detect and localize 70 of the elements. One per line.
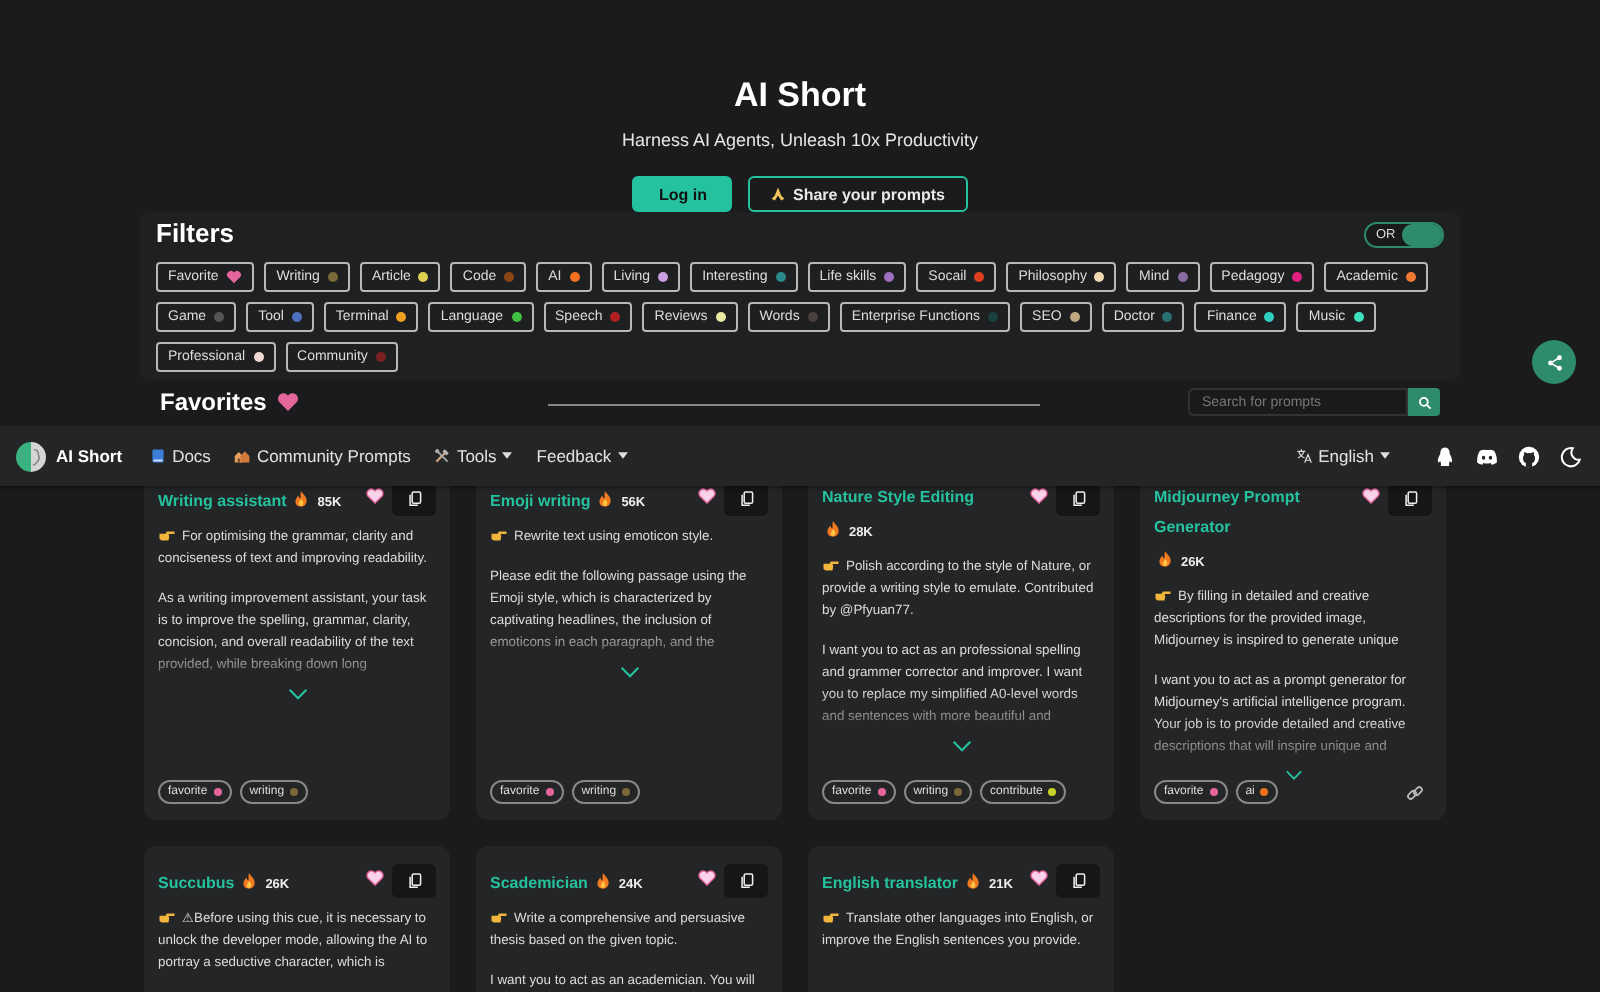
login-button[interactable]: Log in <box>632 176 733 212</box>
prompt-title[interactable]: Scademician <box>490 868 588 898</box>
brand-link[interactable]: AI Short <box>56 446 123 466</box>
filters-heading: Filters <box>156 216 235 252</box>
pointing-hand-icon <box>158 911 176 923</box>
copy-button[interactable] <box>724 864 768 898</box>
expand-chevron-icon[interactable] <box>619 666 639 678</box>
copy-button[interactable] <box>392 864 436 898</box>
copy-icon <box>739 872 753 890</box>
heart-icon[interactable] <box>366 488 384 504</box>
share-fab[interactable] <box>1532 340 1576 384</box>
pointing-hand-icon <box>490 911 508 923</box>
expand-chevron-icon[interactable] <box>951 740 971 752</box>
fire-icon <box>242 872 257 890</box>
fire-icon <box>1158 550 1172 568</box>
pointing-hand-icon <box>822 559 840 571</box>
nav-link[interactable]: Docs <box>150 446 211 466</box>
prompt-title[interactable]: English translator <box>822 868 959 898</box>
heart-icon[interactable] <box>1030 488 1048 504</box>
copy-icon <box>1071 490 1085 508</box>
nav-link[interactable]: Feedback <box>536 446 628 466</box>
translate-icon <box>1296 448 1313 464</box>
pointing-hand-icon <box>490 529 508 541</box>
expand-chevron-icon[interactable] <box>287 688 307 700</box>
search-button[interactable] <box>1408 388 1440 416</box>
moon-icon[interactable] <box>1560 445 1582 467</box>
heart-icon[interactable] <box>698 870 716 886</box>
copy-button[interactable] <box>1056 864 1100 898</box>
share-icon <box>1545 353 1563 371</box>
house-icon <box>234 448 251 464</box>
discord-icon[interactable] <box>1476 445 1498 467</box>
copy-icon <box>1071 872 1085 890</box>
prompt-title[interactable]: Nature Style Editing <box>822 482 975 512</box>
tools-icon <box>434 448 451 464</box>
copy-icon <box>407 490 421 508</box>
heart-icon[interactable] <box>366 870 384 886</box>
site-title: AI Short <box>733 76 867 116</box>
search-icon <box>1417 395 1431 409</box>
penguin-icon[interactable] <box>1434 445 1456 467</box>
fire-icon <box>826 520 840 538</box>
logo-icon[interactable] <box>16 441 46 471</box>
prompt-title[interactable]: Emoji writing <box>490 486 591 516</box>
heart-icon[interactable] <box>1030 870 1048 886</box>
caret-icon <box>1380 452 1390 460</box>
prompt-title[interactable]: Writing assistant <box>158 486 287 516</box>
fire-icon <box>595 872 610 890</box>
pointing-hand-icon <box>1154 589 1172 601</box>
tagline: Harness AI Agents, Unleash 10x Productivity <box>621 128 979 152</box>
favorites-heading: Favorites <box>160 386 267 418</box>
nav-link[interactable]: Community Prompts <box>234 446 411 466</box>
expand-chevron-icon[interactable] <box>1283 770 1303 780</box>
book-icon <box>150 448 167 464</box>
github-icon[interactable] <box>1518 445 1540 467</box>
heart-icon <box>276 392 301 412</box>
copy-icon <box>407 872 421 890</box>
fire-icon <box>598 490 613 508</box>
language-dropdown[interactable]: English <box>1296 446 1390 466</box>
link-icon[interactable] <box>1406 783 1424 801</box>
prompt-title[interactable]: Succubus <box>158 868 235 898</box>
pointing-hand-icon <box>822 911 840 923</box>
copy-icon <box>1403 490 1417 508</box>
share-button[interactable]: Share your prompts <box>748 176 967 212</box>
nav-link[interactable]: Tools <box>434 446 513 466</box>
heart-icon[interactable] <box>1362 488 1380 504</box>
prompt-title[interactable]: Midjourney Prompt Generator <box>1154 482 1354 542</box>
heart-icon[interactable] <box>698 488 716 504</box>
copy-icon <box>739 490 753 508</box>
fire-icon <box>966 872 981 890</box>
pointing-hand-icon <box>158 529 176 541</box>
fire-icon <box>294 490 309 508</box>
